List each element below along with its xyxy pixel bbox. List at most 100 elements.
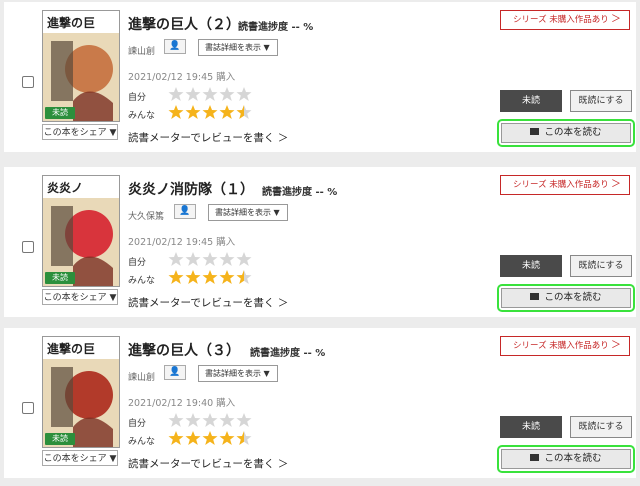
author-profile-icon[interactable]: 👤 <box>174 204 196 219</box>
author-name[interactable]: 大久保篤 <box>128 209 164 222</box>
everyone-rating-label: みんな <box>128 437 156 447</box>
progress-value: -- % <box>303 348 326 359</box>
unread-status-button[interactable]: 未読 <box>500 416 562 438</box>
everyone-rating-label: みんな <box>128 276 156 286</box>
book-cover-image[interactable]: 進撃の巨 未読 <box>42 10 120 122</box>
unread-status-button[interactable]: 未読 <box>500 255 562 277</box>
write-review-link[interactable]: 読書メーターでレビューを書く ＞ <box>128 130 288 145</box>
share-book-button[interactable]: この本をシェア ▼ <box>42 450 118 466</box>
show-detail-button[interactable]: 書誌詳細を表示 ▼ <box>198 39 278 56</box>
write-review-link[interactable]: 読書メーターでレビューを書く ＞ <box>128 295 288 310</box>
everyone-rating-stars <box>168 104 253 122</box>
author-name[interactable]: 諫山創 <box>128 44 155 57</box>
book-open-icon <box>530 454 540 461</box>
series-button-label: シリーズ 未購入作品あり <box>513 341 609 351</box>
star-icon[interactable] <box>185 86 201 102</box>
mark-as-read-button[interactable]: 既読にする <box>570 90 632 112</box>
book-open-icon <box>530 128 540 135</box>
author-name[interactable]: 諫山創 <box>128 370 155 383</box>
share-book-button[interactable]: この本をシェア ▼ <box>42 124 118 140</box>
select-checkbox[interactable] <box>22 241 34 253</box>
progress-value: -- % <box>291 22 314 33</box>
read-book-button[interactable]: この本を読む <box>497 119 635 147</box>
read-book-button-inner: この本を読む <box>501 123 631 143</box>
everyone-rating-label: みんな <box>128 111 156 121</box>
read-book-button[interactable]: この本を読む <box>497 284 635 312</box>
read-book-label: この本を読む <box>544 292 602 303</box>
self-rating-label: 自分 <box>128 93 147 103</box>
star-icon[interactable] <box>202 86 218 102</box>
unread-status-button[interactable]: 未読 <box>500 90 562 112</box>
star-icon[interactable] <box>185 412 201 428</box>
star-icon[interactable] <box>219 412 235 428</box>
read-book-label: この本を読む <box>544 453 602 464</box>
select-checkbox[interactable] <box>22 76 34 88</box>
book-title[interactable]: 炎炎ノ消防隊（１） <box>128 179 254 199</box>
star-icon <box>168 430 184 446</box>
self-rating-label: 自分 <box>128 258 147 268</box>
star-icon[interactable] <box>168 251 184 267</box>
star-icon[interactable] <box>236 251 252 267</box>
self-rating-stars[interactable] <box>168 251 253 269</box>
mark-as-read-button[interactable]: 既読にする <box>570 255 632 277</box>
book-title[interactable]: 進撃の巨人（２） <box>128 14 240 34</box>
star-icon[interactable] <box>185 251 201 267</box>
star-icon[interactable] <box>168 86 184 102</box>
series-unpurchased-button[interactable]: シリーズ 未購入作品あり ＞ <box>500 336 630 356</box>
book-card: 進撃の巨 未読 この本をシェア ▼ 進撃の巨人（３） 読書進捗度 -- % 諫山… <box>4 328 636 478</box>
read-book-button[interactable]: この本を読む <box>497 445 635 473</box>
self-rating-stars[interactable] <box>168 412 253 430</box>
chevron-right-icon: ＞ <box>611 340 621 351</box>
progress-label: 読書進捗度 <box>262 187 312 198</box>
star-icon <box>168 104 184 120</box>
mark-as-read-button[interactable]: 既読にする <box>570 416 632 438</box>
star-icon <box>236 104 252 120</box>
star-icon[interactable] <box>168 412 184 428</box>
self-rating-label: 自分 <box>128 419 147 429</box>
star-icon[interactable] <box>219 86 235 102</box>
purchase-date: 2021/02/12 19:45 購入 <box>128 72 236 83</box>
book-card: 炎炎ノ 未読 この本をシェア ▼ 炎炎ノ消防隊（１） 読書進捗度 -- % 大久… <box>4 167 636 317</box>
purchase-date: 2021/02/12 19:45 購入 <box>128 237 236 248</box>
everyone-rating-stars <box>168 269 253 287</box>
reading-progress: 読書進捗度 -- % <box>238 18 313 33</box>
star-icon <box>185 430 201 446</box>
chevron-right-icon: ＞ <box>611 14 621 25</box>
show-detail-button[interactable]: 書誌詳細を表示 ▼ <box>208 204 288 221</box>
reading-progress: 読書進捗度 -- % <box>262 183 337 198</box>
book-cover-image[interactable]: 進撃の巨 未読 <box>42 336 120 448</box>
write-review-link[interactable]: 読書メーターでレビューを書く ＞ <box>128 456 288 471</box>
purchase-date: 2021/02/12 19:40 購入 <box>128 398 236 409</box>
series-unpurchased-button[interactable]: シリーズ 未購入作品あり ＞ <box>500 175 630 195</box>
chevron-right-icon: ＞ <box>611 179 621 190</box>
progress-label: 読書進捗度 <box>250 348 300 359</box>
show-detail-button[interactable]: 書誌詳細を表示 ▼ <box>198 365 278 382</box>
author-profile-icon[interactable]: 👤 <box>164 365 186 380</box>
svg-text:炎炎ノ: 炎炎ノ <box>47 180 83 195</box>
star-icon[interactable] <box>219 251 235 267</box>
book-open-icon <box>530 293 540 300</box>
select-checkbox[interactable] <box>22 402 34 414</box>
star-icon <box>185 269 201 285</box>
reading-progress: 読書進捗度 -- % <box>250 344 325 359</box>
book-cover-image[interactable]: 炎炎ノ 未読 <box>42 175 120 287</box>
star-icon[interactable] <box>236 412 252 428</box>
svg-text:進撃の巨: 進撃の巨 <box>47 15 95 30</box>
share-book-button[interactable]: この本をシェア ▼ <box>42 289 118 305</box>
book-title[interactable]: 進撃の巨人（３） <box>128 340 240 360</box>
star-icon[interactable] <box>202 412 218 428</box>
unread-badge: 未読 <box>45 272 75 284</box>
star-icon[interactable] <box>202 251 218 267</box>
book-card: 進撃の巨 未読 この本をシェア ▼ 進撃の巨人（２） 読書進捗度 -- % 諫山… <box>4 2 636 152</box>
progress-label: 読書進捗度 <box>238 22 288 33</box>
star-icon <box>219 430 235 446</box>
star-icon[interactable] <box>236 86 252 102</box>
star-icon <box>236 430 252 446</box>
book-list: 進撃の巨 未読 この本をシェア ▼ 進撃の巨人（２） 読書進捗度 -- % 諫山… <box>0 0 640 486</box>
series-unpurchased-button[interactable]: シリーズ 未購入作品あり ＞ <box>500 10 630 30</box>
read-book-button-inner: この本を読む <box>501 288 631 308</box>
self-rating-stars[interactable] <box>168 86 253 104</box>
author-profile-icon[interactable]: 👤 <box>164 39 186 54</box>
star-icon <box>202 269 218 285</box>
star-icon <box>168 269 184 285</box>
